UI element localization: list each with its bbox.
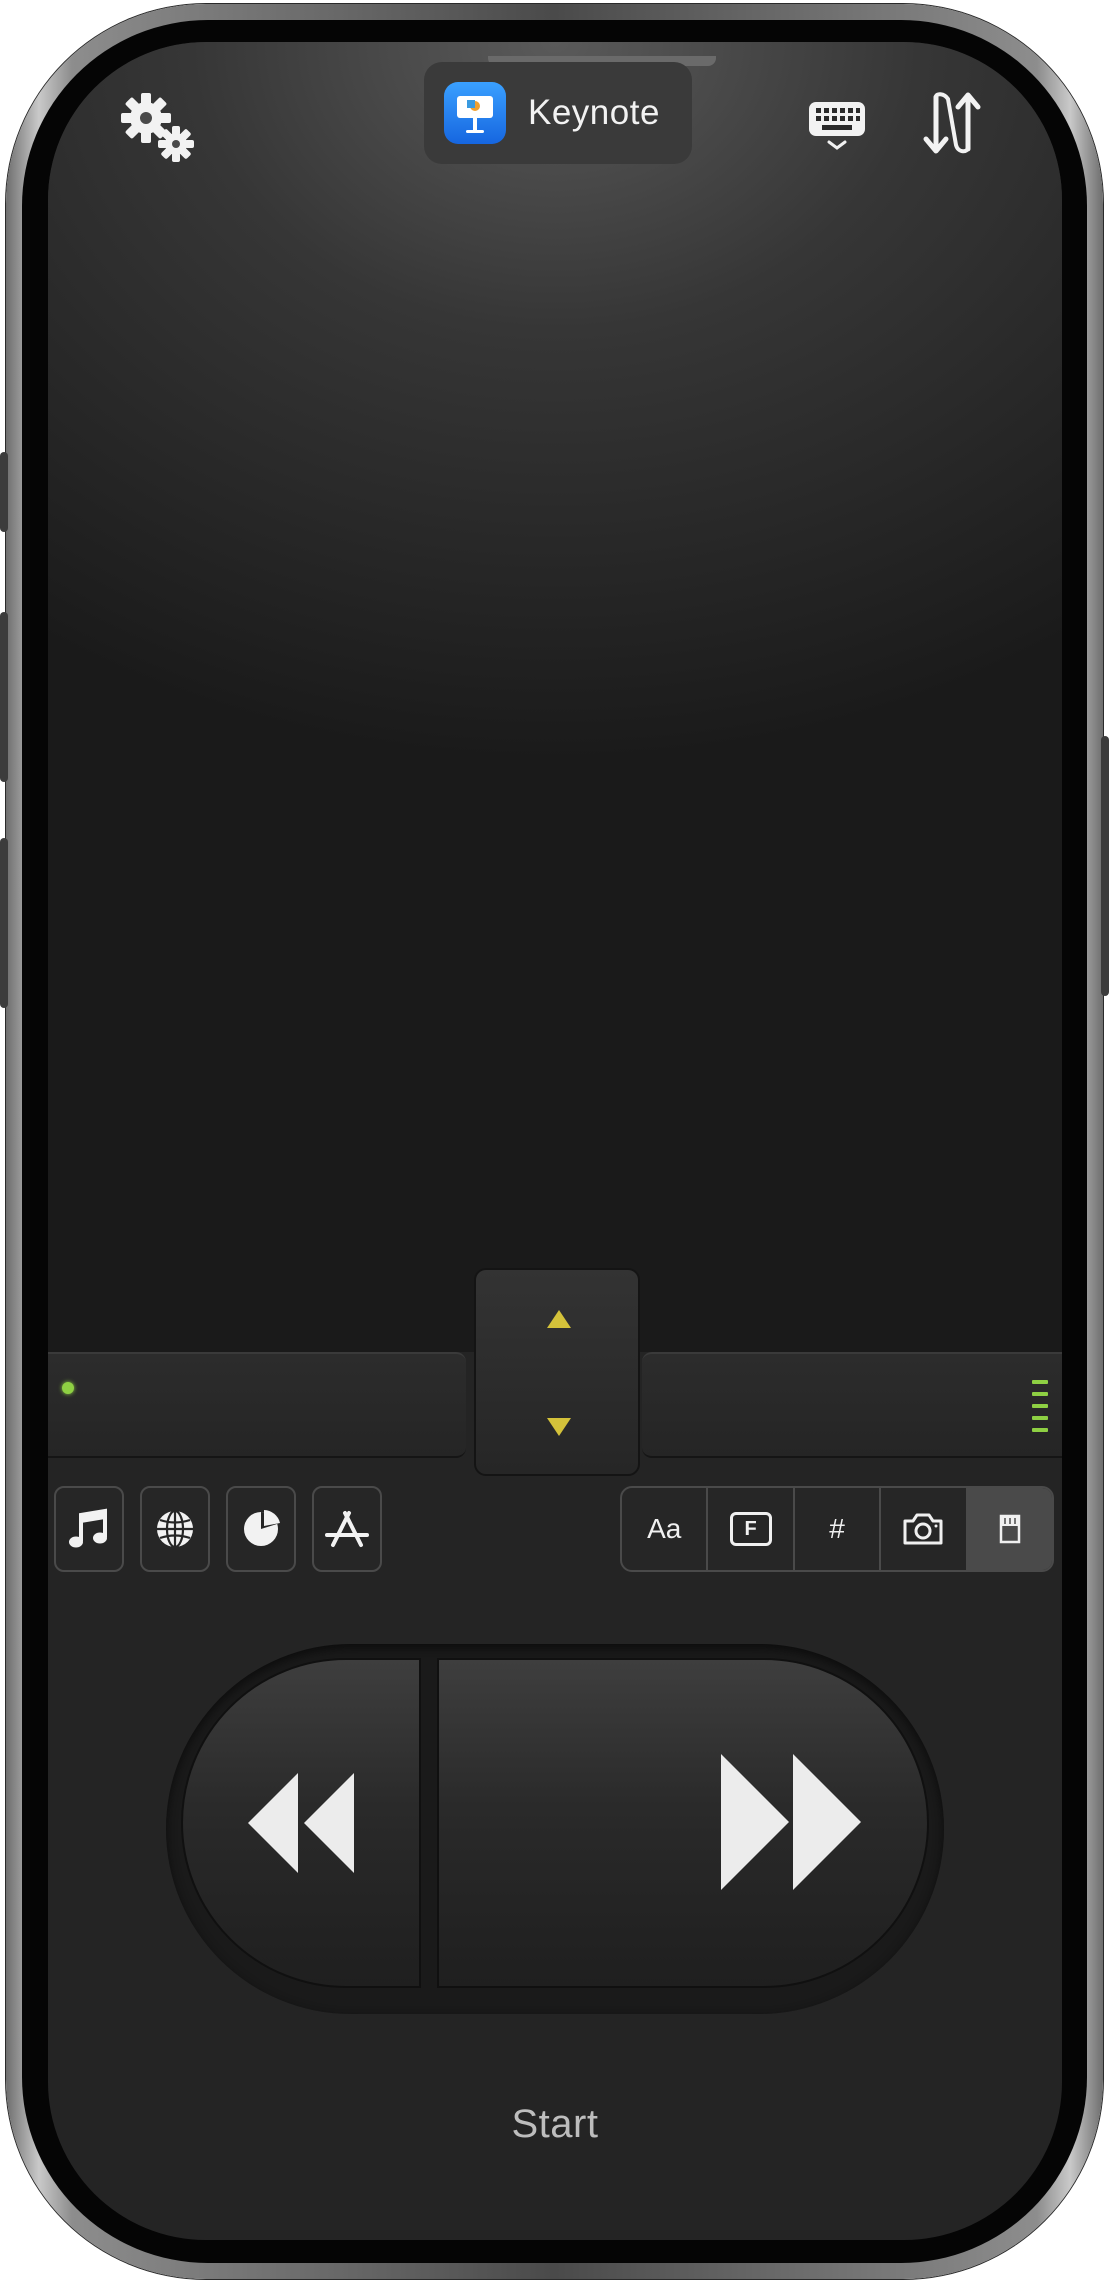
scroll-control[interactable] [474,1268,640,1476]
presenter-notes-icon [999,1514,1021,1544]
right-drag-strip[interactable] [642,1352,1062,1458]
text-mode-button[interactable]: Aa [622,1488,709,1570]
function-keys-button[interactable]: F [708,1488,795,1570]
browser-button[interactable] [140,1486,210,1572]
left-drag-strip[interactable] [48,1352,466,1458]
app-name: Keynote [528,93,660,132]
start-label[interactable]: Start [48,2102,1062,2147]
signal-level-indicator [1032,1380,1048,1440]
rewind-icon [248,1773,354,1873]
number-icon: # [829,1513,845,1544]
app-store-button[interactable] [312,1486,382,1572]
swap-arrows-icon[interactable] [920,86,984,160]
app-selector[interactable]: Keynote [424,62,692,164]
mode-segmented-control: Aa F # [620,1486,1054,1572]
next-slide-button[interactable] [437,1658,929,1988]
volume-up-button [0,612,8,782]
fast-forward-icon [721,1754,861,1890]
gears-icon[interactable] [112,84,204,166]
keynote-app-icon [444,82,506,144]
music-note-icon [69,1508,107,1548]
power-button [1101,736,1109,996]
scroll-down-arrow-icon[interactable] [547,1418,571,1436]
connection-status-indicator [62,1382,74,1394]
trackpad-area[interactable] [48,42,1062,1352]
scroll-up-arrow-icon[interactable] [547,1310,571,1328]
function-key-icon: F [729,1512,772,1546]
screen: Keynote Aa F # Start [48,42,1062,2240]
number-mode-button[interactable]: # [795,1488,882,1570]
music-button[interactable] [54,1486,124,1572]
function-key-label: F [744,1517,757,1540]
pie-chart-icon [244,1510,280,1546]
volume-down-button [0,838,8,1008]
text-icon: Aa [647,1513,682,1544]
camera-button[interactable] [881,1488,968,1570]
charts-button[interactable] [226,1486,296,1572]
camera-icon [903,1513,943,1545]
action-button [0,452,8,532]
presenter-notes-button[interactable] [967,1488,1052,1570]
keyboard-icon[interactable] [802,94,872,156]
app-store-icon [325,1511,369,1547]
globe-icon [157,1509,193,1549]
